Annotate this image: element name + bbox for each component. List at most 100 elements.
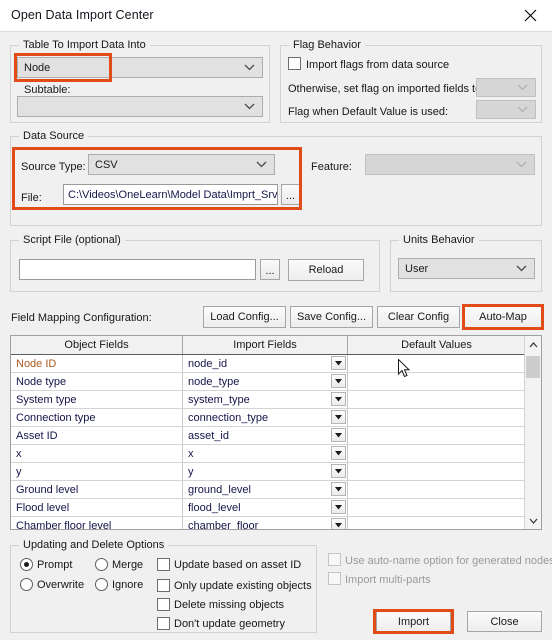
cell-object-field[interactable]: y (11, 463, 183, 480)
table-select[interactable]: Node (17, 57, 263, 78)
file-browse-button[interactable]: ... (281, 184, 300, 205)
radio-prompt-label: Prompt (37, 559, 73, 571)
import-field-dropdown-button[interactable] (331, 518, 346, 529)
table-row[interactable]: Chamber floor level chamber_floor (11, 517, 541, 530)
radio-merge[interactable] (95, 558, 108, 571)
table-row[interactable]: System type system_type (11, 391, 541, 409)
table-row[interactable]: Node ID node_id (11, 355, 541, 373)
cell-default-value[interactable] (348, 517, 526, 529)
import-flags-checkbox[interactable] (288, 57, 301, 70)
column-header-import-fields[interactable]: Import Fields (183, 336, 348, 354)
cell-default-value[interactable] (348, 445, 526, 462)
import-field-dropdown-button[interactable] (331, 482, 346, 496)
table-row[interactable]: yy (11, 463, 541, 481)
cell-object-field[interactable]: Connection type (11, 409, 183, 426)
chevron-down-icon (335, 450, 342, 455)
radio-overwrite[interactable] (20, 578, 33, 591)
scroll-up-button[interactable] (525, 336, 541, 353)
cell-import-field[interactable]: asset_id (183, 427, 348, 444)
cell-import-field-value: chamber_floor (188, 519, 259, 530)
cell-import-field[interactable]: ground_level (183, 481, 348, 498)
import-field-dropdown-button[interactable] (331, 464, 346, 478)
import-field-dropdown-button[interactable] (331, 356, 346, 370)
otherwise-flag-select[interactable] (476, 78, 536, 97)
grid-vertical-scrollbar[interactable] (524, 336, 541, 529)
table-row[interactable]: Ground level ground_level (11, 481, 541, 499)
save-config-button[interactable]: Save Config... (290, 306, 373, 328)
subtable-select[interactable] (17, 96, 263, 117)
table-row[interactable]: Connection type connection_type (11, 409, 541, 427)
script-file-input[interactable] (19, 259, 256, 280)
file-path-input[interactable]: C:\Videos\OneLearn\Model Data\Imprt_Srvy (63, 184, 278, 205)
updating-delete-title: Updating and Delete Options (19, 539, 169, 551)
table-row[interactable]: Flood level flood_level (11, 499, 541, 517)
cell-import-field[interactable]: x (183, 445, 348, 462)
load-config-button[interactable]: Load Config... (203, 306, 286, 328)
import-field-dropdown-button[interactable] (331, 500, 346, 514)
scroll-down-button[interactable] (525, 512, 541, 529)
chevron-down-icon (256, 159, 267, 171)
feature-label: Feature: (311, 161, 352, 173)
cell-default-value[interactable] (348, 427, 526, 444)
cell-object-field[interactable]: Node type (11, 373, 183, 390)
field-mapping-grid[interactable]: Object Fields Import Fields Default Valu… (10, 335, 542, 530)
cell-import-field[interactable]: system_type (183, 391, 348, 408)
import-button[interactable]: Import (375, 610, 452, 633)
source-type-select[interactable]: CSV (88, 154, 275, 175)
feature-select[interactable] (365, 154, 535, 175)
cell-import-field[interactable]: y (183, 463, 348, 480)
import-field-dropdown-button[interactable] (331, 410, 346, 424)
chevron-down-icon (335, 414, 342, 419)
use-auto-name-checkbox[interactable] (328, 553, 341, 566)
close-button[interactable] (508, 0, 552, 30)
import-field-dropdown-button[interactable] (331, 428, 346, 442)
units-behavior-title: Units Behavior (399, 234, 479, 246)
cell-object-field[interactable]: x (11, 445, 183, 462)
only-update-existing-objects-checkbox[interactable] (157, 579, 170, 592)
default-flag-select[interactable] (476, 100, 536, 119)
table-row[interactable]: Asset ID asset_id (11, 427, 541, 445)
column-header-default-values[interactable]: Default Values (348, 336, 526, 354)
grid-header-row: Object Fields Import Fields Default Valu… (11, 336, 541, 355)
delete-missing-objects-checkbox[interactable] (157, 598, 170, 611)
cell-object-field[interactable]: Ground level (11, 481, 183, 498)
file-path-value: C:\Videos\OneLearn\Model Data\Imprt_Srvy (68, 188, 278, 201)
cell-import-field[interactable]: flood_level (183, 499, 348, 516)
cell-import-field[interactable]: node_type (183, 373, 348, 390)
column-header-object-fields[interactable]: Object Fields (11, 336, 183, 354)
cell-default-value[interactable] (348, 481, 526, 498)
cell-import-field[interactable]: chamber_floor (183, 517, 348, 530)
import-field-dropdown-button[interactable] (331, 446, 346, 460)
auto-map-button[interactable]: Auto-Map (464, 306, 542, 328)
import-field-dropdown-button[interactable] (331, 374, 346, 388)
chevron-down-icon (335, 360, 342, 365)
cell-import-field[interactable]: connection_type (183, 409, 348, 426)
radio-ignore[interactable] (95, 578, 108, 591)
cell-default-value[interactable] (348, 355, 526, 372)
cell-import-field-value: y (188, 465, 194, 478)
reload-button[interactable]: Reload (288, 259, 364, 281)
cell-object-field[interactable]: Flood level (11, 499, 183, 516)
close-dialog-button[interactable]: Close (467, 611, 542, 632)
dont-update-geometry-checkbox[interactable] (157, 617, 170, 630)
cell-object-field[interactable]: Asset ID (11, 427, 183, 444)
script-browse-button[interactable]: ... (260, 259, 280, 280)
import-field-dropdown-button[interactable] (331, 392, 346, 406)
cell-object-field[interactable]: System type (11, 391, 183, 408)
units-behavior-select[interactable]: User (398, 258, 535, 279)
cell-object-field[interactable]: Node ID (11, 355, 183, 372)
cell-default-value[interactable] (348, 499, 526, 516)
cell-default-value[interactable] (348, 391, 526, 408)
scroll-thumb[interactable] (526, 356, 540, 378)
cell-default-value[interactable] (348, 373, 526, 390)
clear-config-button[interactable]: Clear Config (377, 306, 460, 328)
cell-object-field[interactable]: Chamber floor level (11, 517, 183, 529)
import-multi-parts-checkbox[interactable] (328, 572, 341, 585)
table-row[interactable]: Node type node_type (11, 373, 541, 391)
radio-prompt[interactable] (20, 558, 33, 571)
cell-default-value[interactable] (348, 463, 526, 480)
update-based-on-asset-id-checkbox[interactable] (157, 558, 170, 571)
cell-default-value[interactable] (348, 409, 526, 426)
cell-import-field[interactable]: node_id (183, 355, 348, 372)
table-row[interactable]: xx (11, 445, 541, 463)
